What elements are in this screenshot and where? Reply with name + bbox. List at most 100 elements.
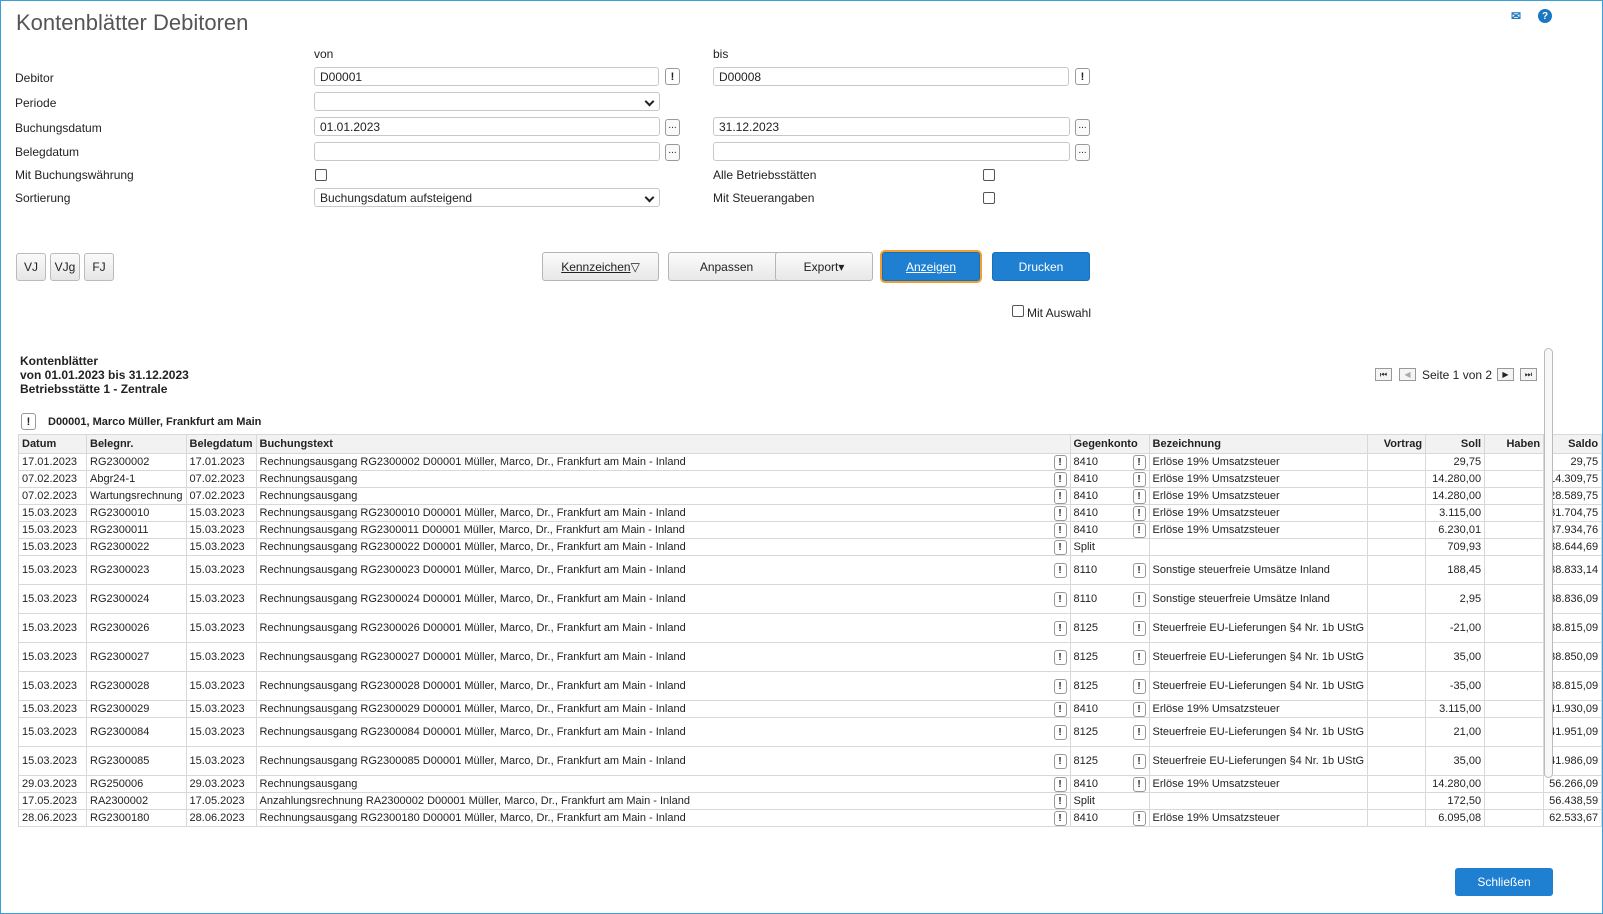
col-vortrag[interactable]: Vortrag [1367,434,1427,454]
table-row[interactable]: 15.03.2023 RG2300029 15.03.2023 Rechnungsau… [18,700,1603,718]
cell-datum: 15.03.2023 [18,700,87,718]
gegenkonto-info-button[interactable]: ! [1132,562,1146,578]
gegenkonto-info-button[interactable]: ! [1132,471,1146,487]
vertical-scrollbar[interactable] [1544,348,1553,778]
gegenkonto-info-button[interactable]: ! [1132,701,1146,717]
table-row[interactable]: 15.03.2023 RG2300084 15.03.2023 Rechnungsau… [18,717,1603,747]
table-row[interactable]: 15.03.2023 RG2300028 15.03.2023 Rechnungsau… [18,671,1603,701]
buchungstext-info-button[interactable]: ! [1053,488,1067,504]
help-icon[interactable]: ? [1538,9,1552,23]
buchungstext-info-button[interactable]: ! [1053,678,1067,694]
debitor-bis-info-button[interactable]: ! [1075,68,1090,85]
col-belegnr[interactable]: Belegnr. [86,434,187,454]
buchungstext-value: Rechnungsausgang RG2300024 D00001 Müller… [259,593,686,605]
belegdatum-bis-input[interactable] [713,142,1070,161]
belegdatum-von-input[interactable] [314,142,660,161]
drucken-button[interactable]: Drucken [992,252,1090,281]
buchungstext-info-button[interactable]: ! [1053,454,1067,470]
buchungsdatum-von-input[interactable]: 01.01.2023 [314,117,660,136]
buchungsdatum-von-picker-button[interactable]: ... [665,119,680,136]
mit-buchungswaehrung-checkbox[interactable] [315,169,327,181]
table-row[interactable]: 17.05.2023 RA2300002 17.05.2023 Anzahlungsr… [18,792,1603,810]
gegenkonto-info-button[interactable]: ! [1132,591,1146,607]
cell-gegenkonto: 8125! [1069,717,1150,747]
alle-betriebsstaetten-checkbox[interactable] [983,169,995,181]
buchungstext-info-button[interactable]: ! [1053,776,1067,792]
col-gegenkonto[interactable]: Gegenkonto [1069,434,1150,454]
table-row[interactable]: 15.03.2023 RG2300010 15.03.2023 Rechnungsau… [18,504,1603,522]
buchungsdatum-bis-picker-button[interactable]: ... [1075,119,1090,136]
mit-auswahl-checkbox[interactable] [1012,305,1024,317]
prev-page-button[interactable]: ◀ [1399,368,1416,381]
buchungstext-info-button[interactable]: ! [1053,539,1067,555]
table-row[interactable]: 15.03.2023 RG2300023 15.03.2023 Rechnungsau… [18,555,1603,585]
gegenkonto-info-button[interactable]: ! [1132,620,1146,636]
gegenkonto-info-button[interactable]: ! [1132,753,1146,769]
debitor-bis-input[interactable]: D00008 [713,67,1069,86]
last-page-button[interactable]: ⏭ [1520,368,1537,381]
col-bezeichnung[interactable]: Bezeichnung [1148,434,1369,454]
gegenkonto-info-button[interactable]: ! [1132,810,1146,826]
gegenkonto-info-button[interactable]: ! [1132,649,1146,665]
mit-steuerangaben-checkbox[interactable] [983,192,995,204]
sortierung-value: Buchungsdatum aufsteigend [320,191,473,205]
buchungstext-info-button[interactable]: ! [1053,591,1067,607]
table-row[interactable]: 15.03.2023 RG2300024 15.03.2023 Rechnungsau… [18,584,1603,614]
table-row[interactable]: 28.06.2023 RG2300180 28.06.2023 Rechnungsau… [18,809,1603,827]
periode-select[interactable] [314,92,660,111]
vjg-button[interactable]: VJg [50,253,80,281]
cell-haben [1484,613,1545,643]
col-datum[interactable]: Datum [18,434,87,454]
col-belegdatum[interactable]: Belegdatum [185,434,257,454]
table-row[interactable]: 15.03.2023 RG2300022 15.03.2023 Rechnungsau… [18,538,1603,556]
belegdatum-bis-picker-button[interactable]: ... [1075,144,1090,161]
buchungstext-info-button[interactable]: ! [1053,810,1067,826]
export-button[interactable]: Export▾ [775,252,873,281]
buchungstext-info-button[interactable]: ! [1053,724,1067,740]
gegenkonto-info-button[interactable]: ! [1132,454,1146,470]
anzeigen-button[interactable]: Anzeigen [882,252,980,281]
col-soll[interactable]: Soll [1425,434,1486,454]
anpassen-button[interactable]: Anpassen [668,252,785,281]
table-row[interactable]: 15.03.2023 RG2300026 15.03.2023 Rechnungsau… [18,613,1603,643]
col-buchungstext[interactable]: Buchungstext [255,434,1071,454]
vj-button[interactable]: VJ [16,253,46,281]
table-row[interactable]: 29.03.2023 RG250006 29.03.2023 Rechnungsaus… [18,775,1603,793]
buchungstext-info-button[interactable]: ! [1053,793,1067,809]
cell-belegdatum: 15.03.2023 [185,504,257,522]
table-row[interactable]: 17.01.2023 RG2300002 17.01.2023 Rechnungsau… [18,453,1603,471]
buchungstext-info-button[interactable]: ! [1053,562,1067,578]
sortierung-select[interactable]: Buchungsdatum aufsteigend [314,188,660,207]
fj-button[interactable]: FJ [84,253,114,281]
kennzeichen-button[interactable]: Kennzeichen▽ [542,252,659,281]
next-page-button[interactable]: ▶ [1497,368,1514,381]
gegenkonto-info-button[interactable]: ! [1132,488,1146,504]
buchungstext-info-button[interactable]: ! [1053,649,1067,665]
table-row[interactable]: 07.02.2023 Abgr24-1 07.02.2023 Rechnungsaus… [18,470,1603,488]
belegdatum-von-picker-button[interactable]: ... [665,144,680,161]
debitor-von-input[interactable]: D00001 [314,67,659,86]
buchungstext-info-button[interactable]: ! [1053,522,1067,538]
cell-haben [1484,775,1545,793]
gegenkonto-info-button[interactable]: ! [1132,678,1146,694]
table-row[interactable]: 15.03.2023 RG2300011 15.03.2023 Rechnungsau… [18,521,1603,539]
buchungstext-info-button[interactable]: ! [1053,620,1067,636]
table-row[interactable]: 15.03.2023 RG2300027 15.03.2023 Rechnungsau… [18,642,1603,672]
gegenkonto-info-button[interactable]: ! [1132,776,1146,792]
buchungstext-info-button[interactable]: ! [1053,701,1067,717]
buchungstext-info-button[interactable]: ! [1053,471,1067,487]
first-page-button[interactable]: ⏮ [1375,368,1392,381]
close-button[interactable]: Schließen [1455,868,1553,896]
buchungstext-info-button[interactable]: ! [1053,753,1067,769]
buchungstext-info-button[interactable]: ! [1053,505,1067,521]
debitor-von-info-button[interactable]: ! [665,68,680,85]
table-row[interactable]: 07.02.2023 Wartungsrechnung 07.02.2023 Rech… [18,487,1603,505]
mail-icon[interactable]: ✉ [1509,9,1523,23]
account-info-button[interactable]: ! [21,413,36,430]
gegenkonto-info-button[interactable]: ! [1132,505,1146,521]
col-haben[interactable]: Haben [1484,434,1545,454]
buchungsdatum-bis-input[interactable]: 31.12.2023 [713,117,1070,136]
table-row[interactable]: 15.03.2023 RG2300085 15.03.2023 Rechnungsau… [18,746,1603,776]
gegenkonto-info-button[interactable]: ! [1132,522,1146,538]
gegenkonto-info-button[interactable]: ! [1132,724,1146,740]
